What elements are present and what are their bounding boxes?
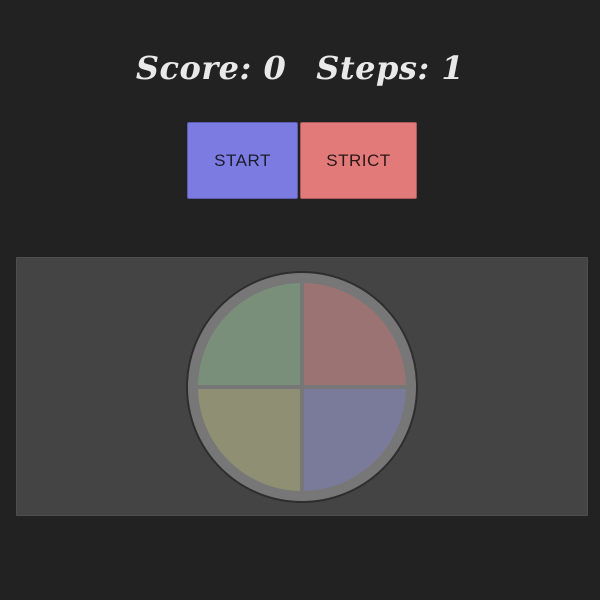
- score-display: Score: 0: [135, 49, 287, 87]
- start-button[interactable]: START: [187, 122, 298, 199]
- score-panel: Score: 0 Steps: 1: [0, 38, 600, 98]
- simon-pad-grid: [198, 283, 406, 491]
- simon-device: [186, 271, 418, 503]
- strict-button[interactable]: STRICT: [300, 122, 417, 199]
- steps-display: Steps: 1: [316, 49, 465, 87]
- green-pad[interactable]: [198, 283, 300, 385]
- blue-pad[interactable]: [304, 389, 406, 491]
- yellow-pad[interactable]: [198, 389, 300, 491]
- red-pad[interactable]: [304, 283, 406, 385]
- game-controls: START STRICT: [187, 122, 417, 199]
